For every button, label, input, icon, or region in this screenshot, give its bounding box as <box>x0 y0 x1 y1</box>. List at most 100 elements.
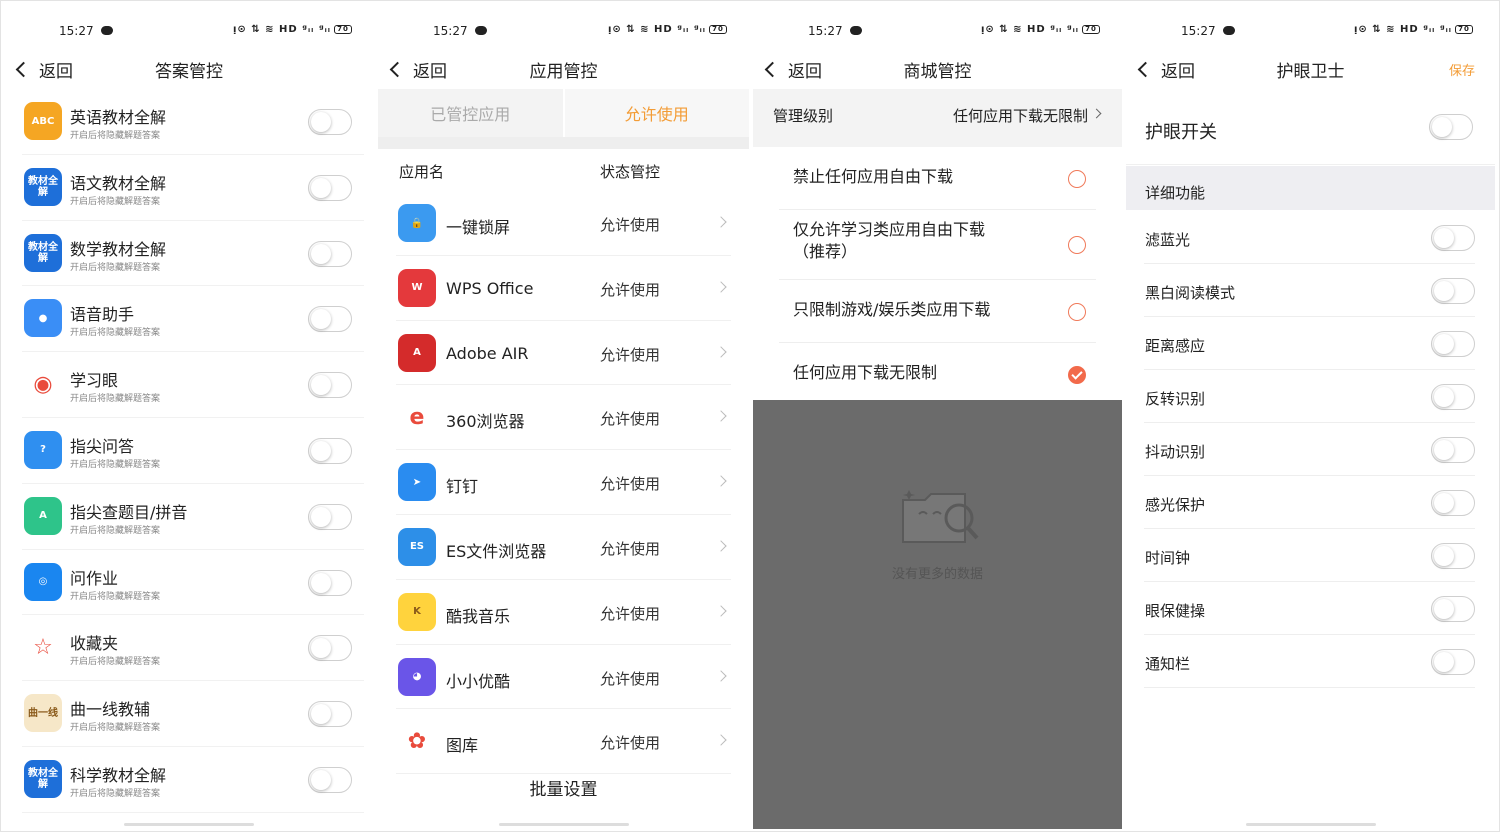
feature-toggle[interactable] <box>1431 384 1475 410</box>
feature-label: 滤蓝光 <box>1145 231 1191 249</box>
list-item: ◎ 问作业 开启后将隐藏解题答案 <box>22 550 364 616</box>
download-option[interactable]: 只限制游戏/娱乐类应用下载 <box>779 280 1096 343</box>
list-item: ◉ 学习眼 开启后将隐藏解题答案 <box>22 352 364 418</box>
wechat-icon <box>1223 26 1235 35</box>
app-status: 允许使用 <box>600 539 661 558</box>
management-level-row[interactable]: 管理级别 任何应用下载无限制 <box>753 89 1122 137</box>
radio-button[interactable] <box>1068 169 1086 188</box>
feature-row: 距离感应 <box>1144 317 1475 370</box>
tab-managed-apps[interactable]: 已管控应用 <box>378 89 563 137</box>
download-options: 禁止任何应用自由下载 仅允许学习类应用自由下载 （推荐） 只限制游戏/娱乐类应用下载任… <box>753 147 1122 406</box>
app-status: 允许使用 <box>600 475 661 494</box>
app-row[interactable]: ➤ 钉钉 允许使用 <box>396 450 731 515</box>
app-subtitle: 开启后将隐藏解题答案 <box>70 196 161 207</box>
chevron-right-icon <box>715 345 727 358</box>
list-item: 教材全解 数学教材全解 开启后将隐藏解题答案 <box>22 221 364 287</box>
app-row[interactable]: W WPS Office 允许使用 <box>396 256 731 321</box>
radio-button[interactable] <box>1068 236 1086 254</box>
feature-toggle[interactable] <box>1431 596 1475 622</box>
app-row[interactable]: K 酷我音乐 允许使用 <box>396 580 731 645</box>
feature-label: 眼保健操 <box>1145 602 1206 620</box>
app-subtitle: 开启后将隐藏解题答案 <box>70 723 161 734</box>
batch-settings-button[interactable]: 批量设置 <box>378 775 749 800</box>
app-name: 收藏夹 <box>70 634 119 654</box>
hide-answer-toggle[interactable] <box>308 109 352 135</box>
app-row[interactable]: e 360浏览器 允许使用 <box>396 385 731 451</box>
feature-toggle[interactable] <box>1431 278 1475 304</box>
radio-button[interactable] <box>1068 302 1086 321</box>
app-row[interactable]: ◕ 小小优酷 允许使用 <box>396 645 731 710</box>
option-label: 只限制游戏/娱乐类应用下载 <box>793 299 990 321</box>
page-title: 商城管控 <box>903 62 972 82</box>
feature-label: 反转识别 <box>1145 390 1206 408</box>
app-name: WPS Office <box>446 278 534 298</box>
battery-icon: 70 <box>709 24 727 34</box>
abc-book-icon: ABC <box>24 102 62 140</box>
hide-answer-toggle[interactable] <box>308 437 352 464</box>
download-option[interactable]: 任何应用下载无限制 <box>779 343 1096 406</box>
hide-answer-toggle[interactable] <box>308 174 352 201</box>
app-status: 允许使用 <box>600 216 661 234</box>
app-subtitle: 开启后将隐藏解题答案 <box>70 591 161 602</box>
app-row[interactable]: 🔒 一键锁屏 允许使用 <box>396 191 731 256</box>
feature-toggle[interactable] <box>1431 649 1475 675</box>
feature-toggle[interactable] <box>1431 331 1475 357</box>
column-status: 状态管控 <box>600 163 661 181</box>
app-subtitle: 开启后将隐藏解题答案 <box>70 328 161 339</box>
feature-toggle[interactable] <box>1431 225 1475 251</box>
feature-label: 抖动识别 <box>1145 443 1206 461</box>
hide-answer-toggle[interactable] <box>308 503 352 530</box>
hide-answer-toggle[interactable] <box>308 306 352 333</box>
status-icons-text: ᴉ⊙ ⇅ ≋ HD ᵍᵢₗ ᵍᵢₗ <box>981 24 1079 35</box>
hide-answer-toggle[interactable] <box>308 372 352 399</box>
textbook-icon: 教材全解 <box>24 759 62 798</box>
hide-answer-toggle[interactable] <box>308 766 352 793</box>
download-option[interactable]: 仅允许学习类应用自由下载 （推荐） <box>779 210 1096 280</box>
home-indicator <box>124 823 254 826</box>
radio-button[interactable] <box>1068 365 1086 384</box>
list-item: 教材全解 科学教材全解 开启后将隐藏解题答案 <box>22 747 364 813</box>
app-name: 一键锁屏 <box>446 218 511 237</box>
browser-360-icon: e <box>398 398 436 437</box>
status-icons-text: ᴉ⊙ ⇅ ≋ HD ᵍᵢₗ ᵍᵢₗ <box>1354 24 1452 35</box>
hide-answer-toggle[interactable] <box>308 701 352 728</box>
column-app-name: 应用名 <box>399 163 445 181</box>
tab-allowed[interactable]: 允许使用 <box>562 89 749 137</box>
feature-toggle[interactable] <box>1431 543 1475 569</box>
status-time: 15:27 <box>808 24 843 38</box>
hide-answer-toggle[interactable] <box>308 635 352 662</box>
feature-row: 通知栏 <box>1144 635 1475 688</box>
battery-icon: 70 <box>1455 24 1473 34</box>
chevron-right-icon <box>715 605 727 617</box>
status-icons: ᴉ⊙ ⇅ ≋ HD ᵍᵢₗ ᵍᵢₗ 70 <box>1354 24 1473 35</box>
status-icons: ᴉ⊙ ⇅ ≋ HD ᵍᵢₗ ᵍᵢₗ 70 <box>608 24 727 35</box>
status-icons-text: ᴉ⊙ ⇅ ≋ HD ᵍᵢₗ ᵍᵢₗ <box>608 24 706 35</box>
hide-answer-toggle[interactable] <box>308 240 352 267</box>
app-row[interactable]: A Adobe AIR 允许使用 <box>396 321 731 386</box>
app-name: 科学教材全解 <box>70 765 167 785</box>
nav-bar: 返回 应用管控 <box>378 55 749 89</box>
camera-icon: ◎ <box>24 562 62 601</box>
feature-label: 通知栏 <box>1145 655 1191 673</box>
save-button[interactable]: 保存 <box>1449 60 1475 79</box>
lock-icon: 🔒 <box>398 204 436 242</box>
app-row[interactable]: ✿ 图库 允许使用 <box>396 709 731 775</box>
app-row[interactable]: ES ES文件浏览器 允许使用 <box>396 515 731 580</box>
feature-label: 时间钟 <box>1145 549 1191 567</box>
hide-answer-toggle[interactable] <box>308 569 352 596</box>
app-name: 语音助手 <box>70 305 135 325</box>
feature-toggle[interactable] <box>1431 490 1475 516</box>
empty-state-text: 没有更多的数据 <box>891 567 983 582</box>
download-option[interactable]: 禁止任何应用自由下载 <box>779 147 1096 210</box>
status-time: 15:27 <box>59 24 94 38</box>
chevron-right-icon <box>715 540 727 552</box>
app-name: 指尖问答 <box>70 436 135 456</box>
feature-toggle[interactable] <box>1431 437 1475 463</box>
option-label-line: 任何应用下载无限制 <box>793 363 938 382</box>
status-bar: 15:27 ᴉ⊙ ⇅ ≋ HD ᵍᵢₗ ᵍᵢₗ 70 <box>1126 3 1495 55</box>
eye-care-toggle[interactable] <box>1429 114 1473 140</box>
screenshot-frame: 15:27 ᴉ⊙ ⇅ ≋ HD ᵍᵢₗ ᵍᵢₗ 70 返回 答案管控 ABC 英语教… <box>0 0 1500 832</box>
option-label-line: 只限制游戏/娱乐类应用下载 <box>793 300 991 319</box>
option-label-line: 仅允许学习类应用自由下载 <box>793 220 986 239</box>
battery-icon: 70 <box>334 24 352 34</box>
